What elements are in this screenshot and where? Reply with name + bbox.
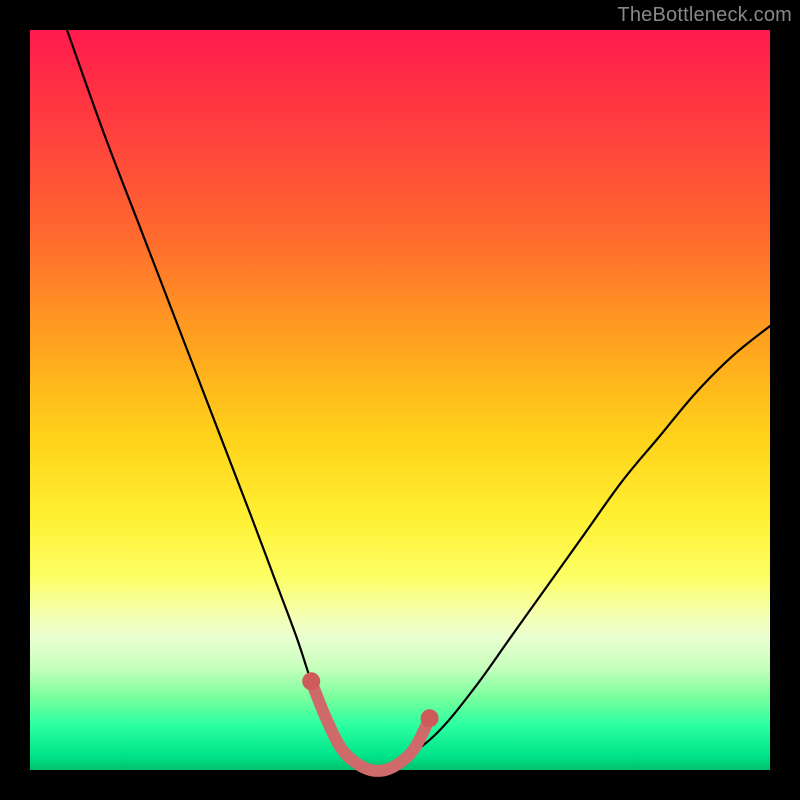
bottleneck-highlight-path <box>311 681 429 771</box>
chart-plot-area <box>30 30 770 770</box>
chart-svg <box>30 30 770 770</box>
watermark-text: TheBottleneck.com <box>617 4 792 27</box>
chart-frame: TheBottleneck.com <box>0 0 800 800</box>
highlight-end-dot <box>421 709 439 727</box>
bottleneck-curve-path <box>67 30 770 771</box>
highlight-end-dot <box>302 672 320 690</box>
